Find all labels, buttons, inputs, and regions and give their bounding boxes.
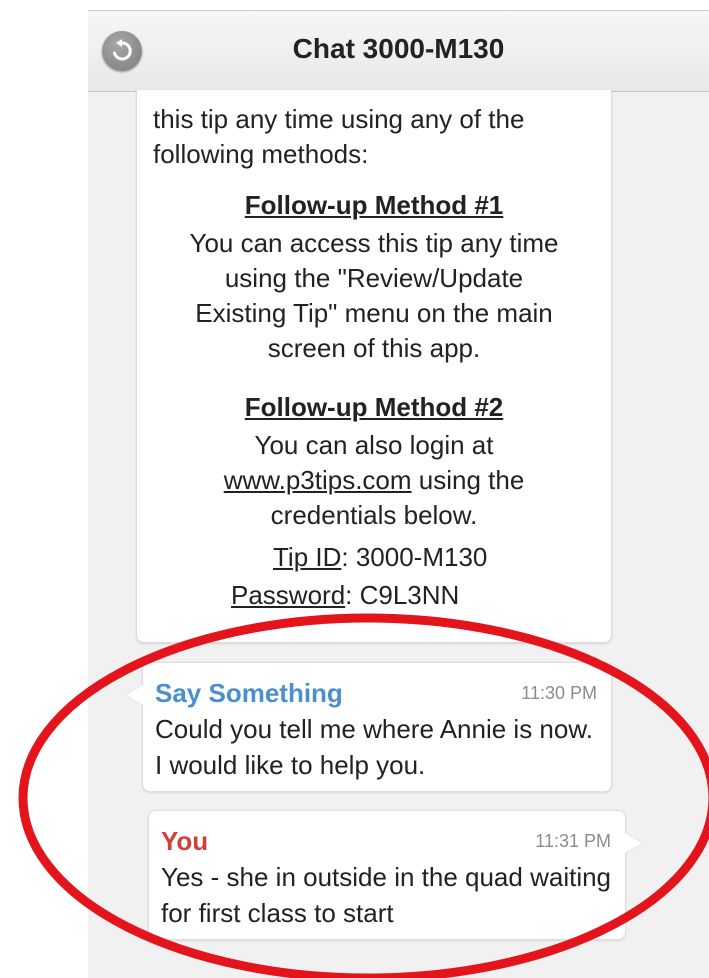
message-time: 11:31 PM [535, 831, 611, 851]
message-time: 11:30 PM [521, 683, 597, 703]
tip-intro-text: this tip any time using any of the follo… [153, 104, 525, 169]
message-bubble-incoming: Say Something 11:30 PM Could you tell me… [126, 662, 612, 792]
method1-heading: Follow-up Method #1 [244, 190, 504, 220]
bubble-tail [126, 685, 143, 705]
message-text: Yes - she in outside in the quad waiting… [161, 862, 612, 928]
method2-link-suffix: using the [411, 465, 525, 495]
header-bar: Chat 3000-M130 [88, 10, 709, 92]
tip-id-row: Tip ID: 3000-M130 [273, 540, 487, 575]
method2-line: credentials below. [270, 500, 478, 530]
tip-id-label: Tip ID [273, 542, 342, 572]
p3tips-link[interactable]: www.p3tips.com [224, 465, 412, 495]
tip-id-value: : 3000-M130 [341, 542, 488, 572]
method2-line: You can also login at [254, 430, 494, 460]
message-bubble-outgoing: You 11:31 PM Yes - she in outside in the… [148, 810, 642, 940]
chat-title: Chat 3000-M130 [292, 33, 505, 64]
password-label: Password [231, 580, 346, 610]
bubble-tail [625, 833, 642, 853]
message-text: Could you tell me where Annie is now. I … [155, 714, 593, 780]
message-sender: You [161, 826, 209, 856]
method1-line: Existing Tip" menu on the main [195, 298, 553, 328]
method1-line: using the "Review/Update [224, 263, 524, 293]
tip-info-message: this tip any time using any of the follo… [136, 90, 612, 643]
chat-screen: Chat 3000-M130 this tip any time using a… [88, 10, 709, 978]
method2-heading: Follow-up Method #2 [244, 392, 504, 422]
method1-line: You can access this tip any time [189, 228, 559, 258]
password-value: : C9L3NN [345, 580, 460, 610]
method2-link-line: www.p3tips.com using the [137, 463, 611, 498]
method1-line: screen of this app. [267, 333, 481, 363]
password-row: Password: C9L3NN [231, 578, 459, 613]
message-sender: Say Something [155, 678, 343, 708]
